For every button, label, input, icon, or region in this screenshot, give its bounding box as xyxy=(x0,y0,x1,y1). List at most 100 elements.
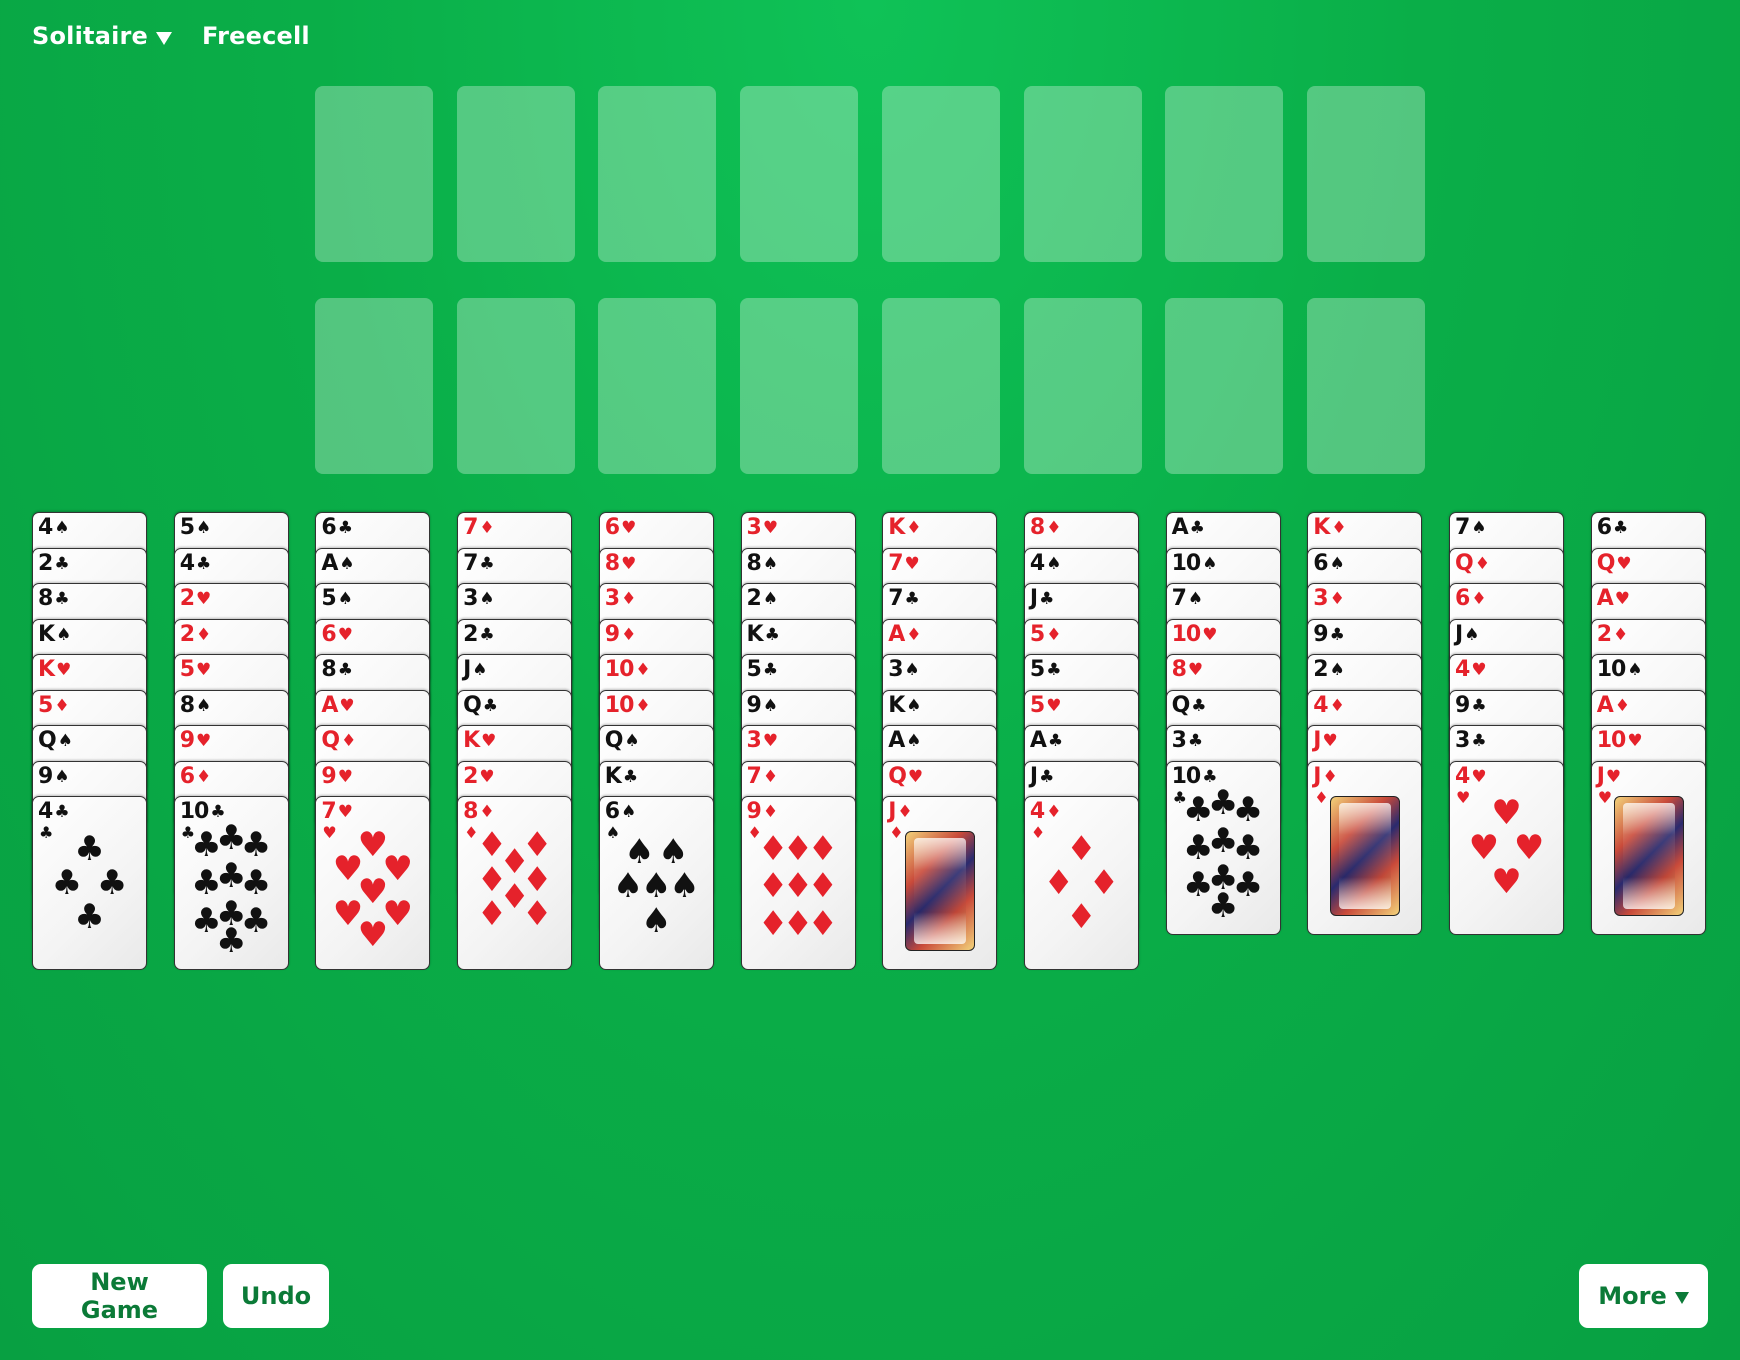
playing-card[interactable]: 8 ♦ ♦ ♦ ♦ ♦ ♦ ♦ ♦ ♦ ♦ xyxy=(457,796,573,970)
card-rank-suit: K ♥ xyxy=(38,658,71,682)
foundation-slot[interactable] xyxy=(1306,298,1425,474)
spade-icon: ♠ xyxy=(641,900,672,941)
card-rank-suit: 2 ♥ xyxy=(180,587,212,611)
card-rank: 4 xyxy=(1455,657,1470,682)
card-rank-suit: 5 ♣ xyxy=(747,658,779,682)
card-rank-suit: 7 ♠ xyxy=(1171,586,1204,611)
more-button[interactable]: More xyxy=(1579,1264,1708,1328)
face-card-portrait xyxy=(905,831,976,951)
club-icon: ♣ xyxy=(74,828,105,869)
card-rank-suit: 9 ♦ xyxy=(605,622,637,647)
free-cell-slot[interactable] xyxy=(1306,86,1425,262)
card-rank-suit: J ♠ xyxy=(463,658,487,682)
free-cell-slot[interactable] xyxy=(881,86,1000,262)
foundation-slot[interactable] xyxy=(881,298,1000,474)
diamond-icon: ♦ xyxy=(1046,802,1061,822)
card-rank-suit: 9 ♠ xyxy=(746,692,779,718)
spade-icon: ♠ xyxy=(906,731,921,751)
card-rank: 9 xyxy=(746,692,762,718)
foundation-slot[interactable] xyxy=(740,298,859,474)
spade-icon: ♠ xyxy=(669,866,700,907)
free-cell-slot[interactable] xyxy=(456,86,575,262)
free-cell-slot[interactable] xyxy=(1165,86,1284,262)
solitaire-menu[interactable]: Solitaire xyxy=(32,22,173,50)
freecell-link[interactable]: Freecell xyxy=(202,22,310,50)
heart-icon: ♥ xyxy=(1605,766,1621,787)
card-rank-suit: 5 ♥ xyxy=(180,658,212,682)
diamond-icon: ♦ xyxy=(1066,897,1097,938)
card-rank-suit: 3 ♦ xyxy=(604,586,637,611)
heart-icon: ♥ xyxy=(322,823,337,842)
heart-icon: ♥ xyxy=(196,660,211,680)
playing-card[interactable]: J ♦ ♦ xyxy=(1307,760,1423,935)
card-rank-suit: J ♣ xyxy=(1030,764,1054,789)
spade-icon: ♠ xyxy=(56,624,71,645)
card-rank-suit: Q ♠ xyxy=(38,729,73,753)
foundation-slot[interactable] xyxy=(1165,298,1284,474)
spade-icon: ♠ xyxy=(196,518,211,538)
card-rank-suit: 2 ♦ xyxy=(180,622,212,647)
card-rank: 8 xyxy=(179,692,195,718)
card-rank: 3 xyxy=(604,586,620,611)
card-rank: 5 xyxy=(1029,657,1045,682)
playing-card[interactable]: 4 ♦ ♦ ♦ ♦ ♦ ♦ xyxy=(1023,796,1139,970)
card-rank-suit: 6 ♥ xyxy=(321,622,353,647)
spade-icon: ♠ xyxy=(337,589,353,609)
card-rank-suit: Q ♣ xyxy=(1172,693,1207,718)
spade-icon: ♠ xyxy=(479,589,494,609)
card-rank-suit: 9 ♦ xyxy=(746,799,779,824)
club-icon: ♣ xyxy=(1191,695,1206,716)
diamond-icon: ♦ xyxy=(762,766,778,787)
card-rank: 7 xyxy=(1171,586,1187,611)
card-rank-suit: 5 ♦ xyxy=(1030,622,1062,647)
card-rank: 6 xyxy=(604,515,620,540)
card-rank-suit: 6 ♠ xyxy=(1313,551,1345,576)
playing-card[interactable]: 10 ♣ ♣ ♣ ♣ ♣ ♣ ♣ ♣ ♣ ♣ ♣ ♣ xyxy=(1165,760,1281,935)
card-rank-suit: 5 ♥ xyxy=(1030,693,1062,718)
card-rank-suit: 7 ♣ xyxy=(463,551,495,576)
free-cell-slot[interactable] xyxy=(315,86,433,262)
playing-card[interactable]: 9 ♦ ♦ ♦ ♦ ♦ ♦ ♦ ♦ ♦ ♦ ♦ xyxy=(740,796,856,970)
spade-icon: ♠ xyxy=(1471,518,1486,538)
playing-card[interactable]: 10 ♣ ♣ ♣ ♣ ♣ ♣ ♣ ♣ ♣ ♣ ♣ ♣ xyxy=(173,796,289,970)
playing-card[interactable]: 6 ♠ ♠ ♠ ♠ ♠ ♠ ♠ ♠ xyxy=(598,796,714,970)
spade-icon: ♠ xyxy=(657,832,689,873)
foundation-slot[interactable] xyxy=(598,298,717,474)
card-rank: Q xyxy=(463,692,482,718)
card-rank-suit: 4 ♥ xyxy=(1455,764,1487,789)
foundation-slot[interactable] xyxy=(1023,298,1142,474)
playing-card[interactable]: 7 ♥ ♥ ♥ ♥ ♥ ♥ ♥ ♥ ♥ xyxy=(315,796,431,970)
club-icon: ♣ xyxy=(1039,589,1054,609)
card-rank: 9 xyxy=(746,799,762,824)
foundation-slot[interactable] xyxy=(315,298,433,474)
playing-card[interactable]: 4 ♥ ♥ ♥ ♥ ♥ ♥ xyxy=(1449,760,1564,935)
card-rank: 10 xyxy=(604,657,635,682)
card-rank: K xyxy=(1313,515,1330,540)
card-rank: 7 xyxy=(1455,515,1470,540)
new-game-button[interactable]: New Game xyxy=(32,1264,207,1328)
playing-card[interactable]: J ♦ ♦ xyxy=(882,796,998,970)
heart-icon: ♥ xyxy=(196,731,211,751)
club-icon: ♣ xyxy=(54,589,69,609)
card-rank-suit: 7 ♦ xyxy=(747,764,779,789)
club-icon: ♣ xyxy=(1187,731,1203,751)
heart-icon: ♥ xyxy=(1187,660,1203,680)
card-rank-suit: 10 ♦ xyxy=(605,693,651,718)
card-rank: Q xyxy=(1596,550,1616,576)
card-rank: Q xyxy=(1455,550,1474,576)
undo-button[interactable]: Undo xyxy=(223,1264,329,1328)
spade-icon: ♠ xyxy=(1202,553,1217,574)
free-cell-slot[interactable] xyxy=(598,86,717,262)
playing-card[interactable]: J ♥ ♥ xyxy=(1590,760,1706,935)
card-rank-suit: 8 ♠ xyxy=(747,551,779,576)
free-cell-slot[interactable] xyxy=(1023,86,1142,262)
card-rank: 2 xyxy=(746,586,762,611)
free-cell-slot[interactable] xyxy=(740,86,859,262)
spade-icon: ♠ xyxy=(762,695,778,716)
card-rank-suit: A ♠ xyxy=(888,729,921,753)
card-rank-suit: 7 ♥ xyxy=(321,800,353,824)
playing-card[interactable]: 4 ♣ ♣ ♣ ♣ ♣ ♣ xyxy=(32,796,147,970)
card-rank-suit: 8 ♦ xyxy=(463,800,495,824)
card-rank-suit: K ♠ xyxy=(888,693,921,718)
foundation-slot[interactable] xyxy=(456,298,575,474)
